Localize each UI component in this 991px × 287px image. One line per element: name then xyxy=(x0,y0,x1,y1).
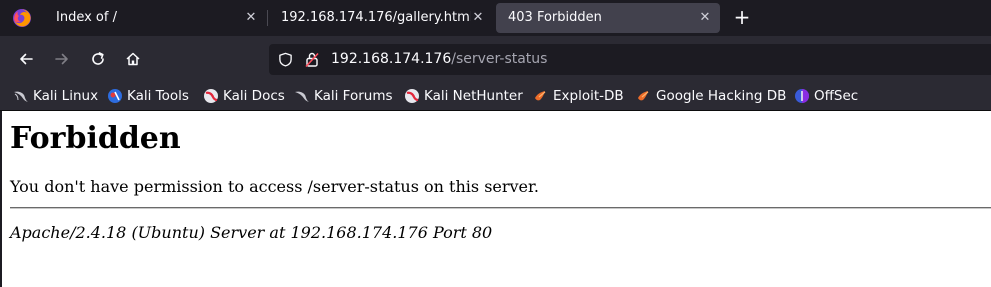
insecure-lock-icon[interactable] xyxy=(304,51,320,68)
kali-docs-icon xyxy=(204,89,218,103)
bookmark-label: Kali Linux xyxy=(33,88,99,104)
bookmark-kali-linux[interactable]: Kali Linux xyxy=(13,82,98,110)
exploit-db-icon xyxy=(535,91,546,101)
error-message: You don't have permission to access /ser… xyxy=(10,177,539,196)
bookmark-label: OffSec xyxy=(814,88,859,104)
server-signature: Apache/2.4.18 (Ubuntu) Server at 192.168… xyxy=(10,223,493,242)
offsec-icon xyxy=(795,89,809,103)
bookmark-kali-forums[interactable]: Kali Forums xyxy=(294,82,393,110)
reload-icon xyxy=(92,52,104,65)
tab-index[interactable]: Index of / ✕ xyxy=(44,3,266,33)
url-host: 192.168.174.176 xyxy=(331,51,452,67)
tab-close-icon[interactable]: ✕ xyxy=(469,3,487,33)
bookmark-kali-docs[interactable]: Kali Docs xyxy=(203,82,285,110)
page-content: Forbidden You don't have permission to a… xyxy=(0,111,991,287)
tab-separator xyxy=(267,10,268,26)
bookmark-label: Exploit-DB xyxy=(553,88,624,104)
tab-close-icon[interactable]: ✕ xyxy=(242,3,260,33)
bookmark-label: Kali Docs xyxy=(223,88,285,104)
bookmark-label: Kali NetHunter xyxy=(424,88,523,104)
tab-strip: Index of / ✕ 192.168.174.176/gallery.htm… xyxy=(0,0,991,36)
back-arrow-icon xyxy=(20,53,33,65)
tab-title: Index of / xyxy=(56,10,117,25)
back-button[interactable] xyxy=(13,47,39,71)
kali-tools-icon xyxy=(108,89,122,103)
url-bar[interactable]: 192.168.174.176/server-status xyxy=(269,44,991,75)
url-path: /server-status xyxy=(451,51,548,67)
bookmark-kali-tools[interactable]: Kali Tools xyxy=(107,82,189,110)
navigation-toolbar: 192.168.174.176/server-status xyxy=(0,36,991,82)
kali-forums-icon xyxy=(295,91,309,102)
divider xyxy=(10,207,991,209)
ghdb-icon xyxy=(638,91,649,101)
url-text[interactable]: 192.168.174.176/server-status xyxy=(331,44,547,75)
reload-button[interactable] xyxy=(85,47,111,71)
bookmark-google-hacking-db[interactable]: Google Hacking DB xyxy=(636,82,786,110)
tab-title: 192.168.174.176/gallery.html xyxy=(281,10,471,25)
bookmark-kali-nethunter[interactable]: Kali NetHunter xyxy=(404,82,523,110)
bookmark-label: Kali Forums xyxy=(314,88,393,104)
bookmark-offsec[interactable]: OffSec xyxy=(794,82,858,110)
bookmark-label: Google Hacking DB xyxy=(656,88,787,104)
forward-button[interactable] xyxy=(49,47,75,71)
forward-arrow-icon xyxy=(55,53,68,65)
bookmark-exploit-db[interactable]: Exploit-DB xyxy=(533,82,624,110)
bookmark-label: Kali Tools xyxy=(127,88,189,104)
new-tab-button[interactable]: + xyxy=(731,5,753,31)
bookmarks-toolbar: Kali Linux Kali Tools Kali Docs Kali For… xyxy=(0,82,991,111)
shield-icon[interactable] xyxy=(278,52,293,67)
tab-forbidden[interactable]: 403 Forbidden ✕ xyxy=(496,3,720,33)
kali-nethunter-icon xyxy=(405,89,419,103)
home-button[interactable] xyxy=(120,47,146,71)
firefox-icon[interactable] xyxy=(12,8,32,28)
home-icon xyxy=(126,52,140,66)
kali-dragon-icon xyxy=(14,91,28,102)
tab-title: 403 Forbidden xyxy=(508,10,602,25)
tab-gallery[interactable]: 192.168.174.176/gallery.html ✕ xyxy=(269,3,493,33)
page-heading: Forbidden xyxy=(10,121,181,156)
tab-close-icon[interactable]: ✕ xyxy=(696,3,714,33)
